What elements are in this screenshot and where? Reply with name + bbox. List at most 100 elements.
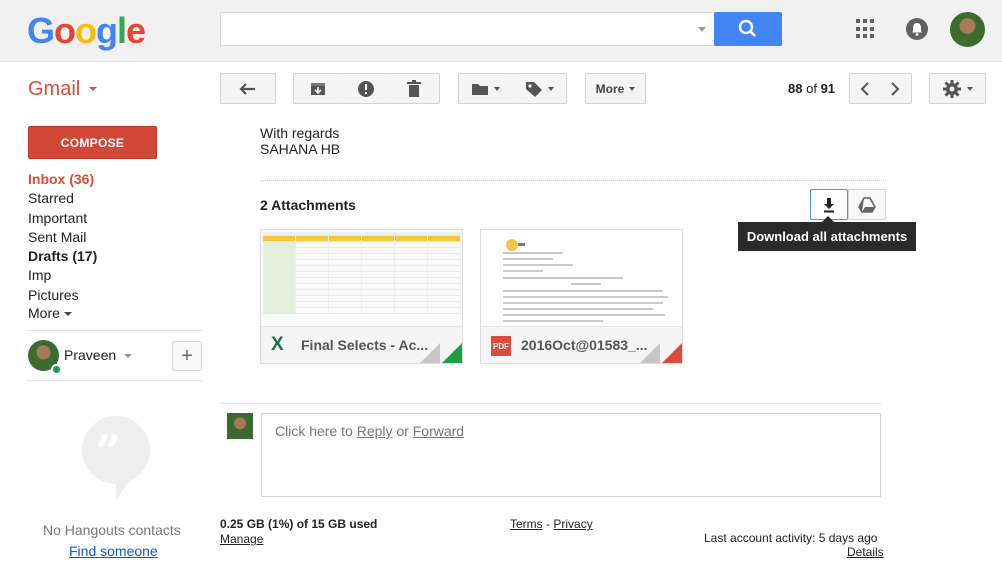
forward-link[interactable]: Forward xyxy=(413,423,464,439)
gmail-chevron-down-icon[interactable] xyxy=(89,87,97,91)
signature-line-1: With regards xyxy=(260,125,340,141)
reply-link[interactable]: Reply xyxy=(357,423,393,439)
archive-icon xyxy=(311,82,325,95)
logo-letter: o xyxy=(75,10,97,51)
pager-total: 91 xyxy=(820,81,836,96)
attachments-separator xyxy=(260,180,886,181)
back-to-inbox-button[interactable] xyxy=(220,73,276,104)
online-status-dot xyxy=(51,364,62,375)
document-logo-icon xyxy=(506,239,525,251)
label-tag-icon xyxy=(525,81,542,97)
activity-details-link[interactable]: Details xyxy=(847,545,884,559)
terms-link[interactable]: Terms xyxy=(510,517,543,531)
sidebar-more-chevron-icon xyxy=(63,312,72,317)
report-spam-icon xyxy=(357,80,374,97)
storage-usage-text: 0.25 GB (1%) of 15 GB used xyxy=(220,517,378,531)
trash-icon xyxy=(407,79,421,97)
download-icon xyxy=(824,197,834,212)
gear-icon xyxy=(943,79,961,98)
pager-text: 88 of 91 xyxy=(788,81,835,96)
hangouts-user-chevron-icon[interactable] xyxy=(124,354,132,358)
sidebar-item-more[interactable]: More xyxy=(28,305,72,321)
compose-button[interactable]: COMPOSE xyxy=(28,126,157,159)
no-hangouts-contacts-text: No Hangouts contacts xyxy=(43,522,181,538)
attachments-title: 2 Attachments xyxy=(260,197,356,213)
chevron-right-icon xyxy=(891,81,900,96)
logo-letter: g xyxy=(96,10,118,51)
privacy-link[interactable]: Privacy xyxy=(553,517,592,531)
archive-button[interactable] xyxy=(293,73,343,104)
sidebar-divider xyxy=(26,330,203,331)
terms-separator: - xyxy=(546,517,551,531)
move-to-chevron-icon xyxy=(494,86,500,91)
sidebar-item-pictures[interactable]: Pictures xyxy=(28,287,79,303)
newer-button[interactable] xyxy=(849,73,880,104)
settings-button[interactable] xyxy=(929,73,986,104)
chevron-left-icon xyxy=(860,81,869,96)
attachment-card-excel[interactable]: X Final Selects - Ac... xyxy=(260,229,463,364)
google-drive-icon xyxy=(858,196,876,213)
logo-letter: e xyxy=(126,10,146,51)
attachment-thumbnail-spreadsheet xyxy=(261,230,462,326)
excel-icon: X xyxy=(271,334,284,355)
top-bar: Google xyxy=(0,0,1002,62)
older-button[interactable] xyxy=(879,73,912,104)
sidebar-more-label: More xyxy=(28,305,60,321)
attachment-type-corner xyxy=(440,343,462,363)
apps-grid-icon[interactable] xyxy=(856,19,876,39)
search-input[interactable] xyxy=(220,12,715,46)
new-hangout-button[interactable]: + xyxy=(172,341,202,371)
attachment-name: 2016Oct@01583_... xyxy=(521,337,648,353)
attachment-card-pdf[interactable]: PDF 2016Oct@01583_... xyxy=(480,229,683,364)
manage-storage-link[interactable]: Manage xyxy=(220,532,263,546)
signature-line-2: SAHANA HB xyxy=(260,141,341,157)
hangouts-divider xyxy=(26,380,203,381)
attachment-footer: PDF 2016Oct@01583_... xyxy=(481,326,682,363)
reply-or: or xyxy=(396,423,409,439)
search-options-chevron-icon[interactable] xyxy=(698,27,706,32)
more-actions-label: More xyxy=(595,81,625,96)
sidebar-item-important[interactable]: Important xyxy=(28,210,87,226)
more-actions-button[interactable]: More xyxy=(585,73,646,104)
logo-letter: l xyxy=(117,10,127,51)
sidebar-item-imp[interactable]: Imp xyxy=(28,267,51,283)
report-spam-button[interactable] xyxy=(342,73,390,104)
settings-chevron-icon xyxy=(967,86,973,91)
search-icon xyxy=(738,19,756,37)
folder-icon xyxy=(472,83,488,95)
sidebar-item-starred[interactable]: Starred xyxy=(28,190,74,206)
account-avatar[interactable] xyxy=(950,12,985,47)
attachment-name: Final Selects - Ac... xyxy=(301,337,429,353)
logo-letter: o xyxy=(54,10,76,51)
sidebar-item-sent-mail[interactable]: Sent Mail xyxy=(28,229,86,245)
attachment-thumbnail-document xyxy=(481,230,682,326)
delete-button[interactable] xyxy=(389,73,440,104)
pager-current: 88 xyxy=(788,81,803,96)
gmail-app-switcher[interactable]: Gmail xyxy=(28,78,80,101)
search-button[interactable] xyxy=(714,12,782,46)
move-to-button[interactable] xyxy=(458,73,513,104)
labels-button[interactable] xyxy=(512,73,567,104)
attachment-type-corner xyxy=(660,343,682,363)
download-all-tooltip: Download all attachments xyxy=(738,222,916,251)
hangouts-user-name[interactable]: Praveen xyxy=(64,347,116,363)
save-all-to-drive-button[interactable] xyxy=(848,189,886,220)
last-activity-text: Last account activity: 5 days ago xyxy=(704,531,878,545)
find-someone-link[interactable]: Find someone xyxy=(69,543,158,559)
attachment-corner-fold xyxy=(418,343,440,363)
attachment-footer: X Final Selects - Ac... xyxy=(261,326,462,363)
logo-letter: G xyxy=(27,10,55,51)
attachment-corner-fold xyxy=(638,343,660,363)
labels-chevron-icon xyxy=(547,86,554,91)
hangouts-quote-icon: ” xyxy=(95,425,122,479)
notifications-bell-icon[interactable] xyxy=(906,18,928,40)
sidebar-item-drafts[interactable]: Drafts (17) xyxy=(28,248,97,264)
terms-privacy: Terms - Privacy xyxy=(510,517,593,531)
message-divider xyxy=(220,403,881,404)
sidebar-item-inbox[interactable]: Inbox (36) xyxy=(28,171,94,187)
reply-user-avatar xyxy=(227,413,253,439)
back-arrow-icon xyxy=(239,82,255,95)
reply-prefix: Click here to xyxy=(275,423,353,439)
google-logo[interactable]: Google xyxy=(27,10,146,52)
more-actions-chevron-icon xyxy=(629,86,636,91)
